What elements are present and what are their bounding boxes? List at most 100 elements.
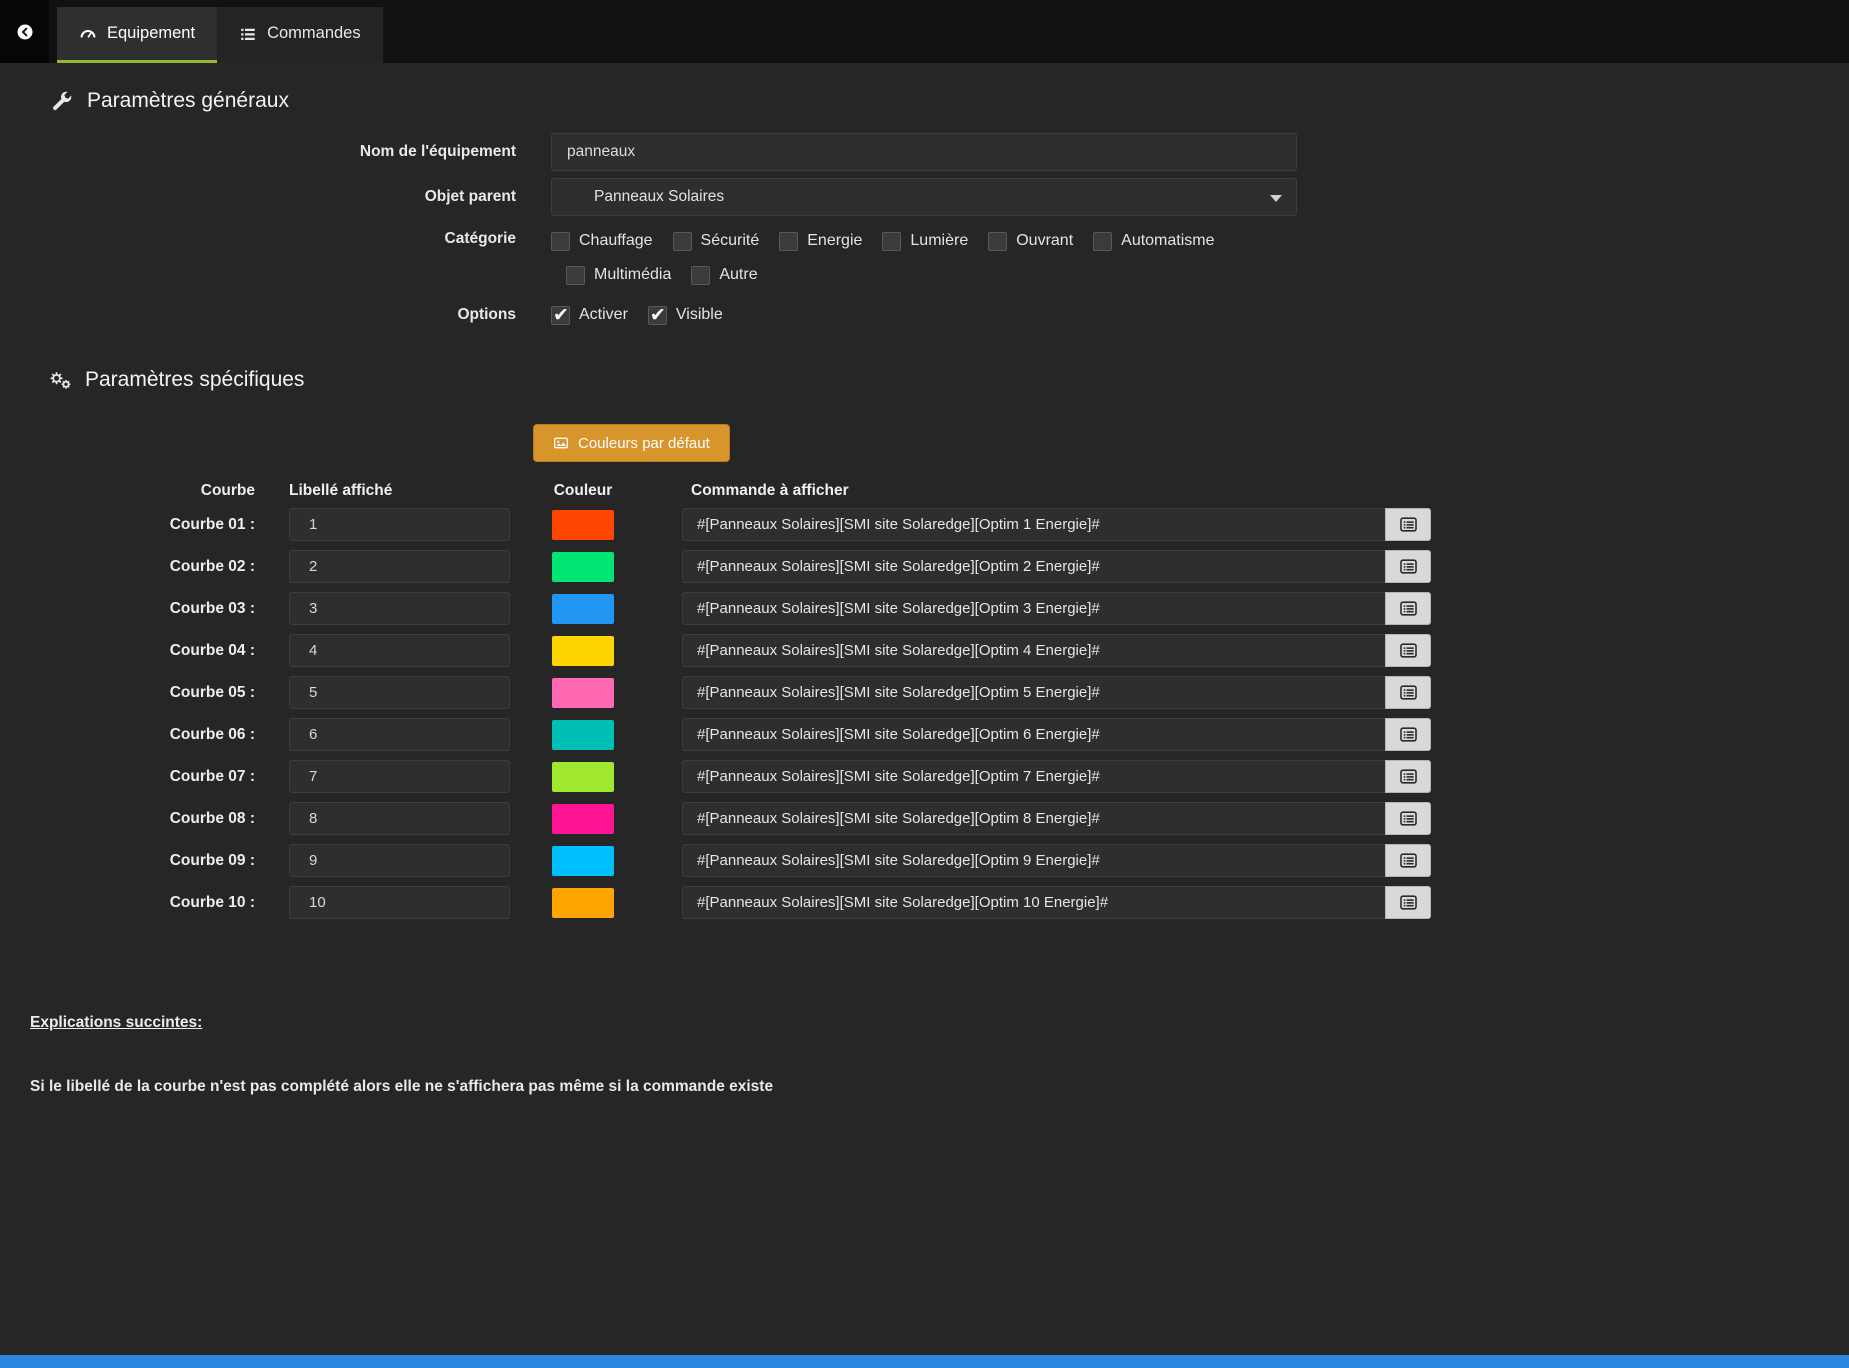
checkbox[interactable]: [1093, 232, 1112, 251]
color-swatch[interactable]: [552, 888, 614, 918]
table-row: Courbe 03 :: [0, 592, 1849, 625]
table-row: Courbe 04 :: [0, 634, 1849, 667]
command-input[interactable]: [682, 718, 1385, 751]
curve-name-input[interactable]: [289, 844, 510, 877]
color-swatch[interactable]: [552, 510, 614, 540]
curve-name-input[interactable]: [289, 508, 510, 541]
general-section-title-text: Paramètres généraux: [87, 89, 289, 113]
category-checkbox-securite[interactable]: Sécurité: [673, 232, 760, 251]
arrow-circle-left-icon: [16, 23, 34, 41]
option-checkbox-visible[interactable]: Visible: [648, 306, 723, 325]
command-input[interactable]: [682, 760, 1385, 793]
color-swatch[interactable]: [552, 720, 614, 750]
tab-equipement[interactable]: Equipement: [57, 7, 217, 63]
checkbox[interactable]: [551, 306, 570, 325]
command-input[interactable]: [682, 592, 1385, 625]
command-list-button[interactable]: [1385, 592, 1431, 625]
table-row: Courbe 07 :: [0, 760, 1849, 793]
color-swatch[interactable]: [552, 804, 614, 834]
curve-name-input[interactable]: [289, 634, 510, 667]
table-row: Courbe 09 :: [0, 844, 1849, 877]
specific-section-title-text: Paramètres spécifiques: [85, 368, 304, 392]
checkbox-label: Sécurité: [701, 232, 760, 250]
explanations-title: Explications succintes:: [30, 1014, 773, 1032]
curve-name-input[interactable]: [289, 592, 510, 625]
equipment-name-label: Nom de l'équipement: [0, 143, 516, 161]
command-input[interactable]: [682, 844, 1385, 877]
checkbox[interactable]: [566, 266, 585, 285]
command-list-button[interactable]: [1385, 676, 1431, 709]
tab-strip: Equipement Commandes: [57, 0, 383, 63]
checkbox-label: Lumière: [910, 232, 968, 250]
category-checkbox-lumiere[interactable]: Lumière: [882, 232, 968, 251]
command-input[interactable]: [682, 676, 1385, 709]
category-label: Catégorie: [0, 228, 516, 248]
color-swatch[interactable]: [552, 678, 614, 708]
command-list-button[interactable]: [1385, 802, 1431, 835]
checkbox[interactable]: [988, 232, 1007, 251]
option-checkbox-activer[interactable]: Activer: [551, 306, 628, 325]
table-row: Courbe 02 :: [0, 550, 1849, 583]
table-row: Courbe 08 :: [0, 802, 1849, 835]
command-input[interactable]: [682, 634, 1385, 667]
category-checkbox-energie[interactable]: Energie: [779, 232, 862, 251]
curve-name-input[interactable]: [289, 676, 510, 709]
category-checkbox-chauffage[interactable]: Chauffage: [551, 232, 653, 251]
equipment-name-input[interactable]: [551, 133, 1297, 171]
equipment-name-row: Nom de l'équipement: [0, 133, 1849, 171]
category-checkbox-automatisme[interactable]: Automatisme: [1093, 232, 1214, 251]
command-list-button[interactable]: [1385, 550, 1431, 583]
checkbox[interactable]: [648, 306, 667, 325]
back-button[interactable]: [0, 0, 49, 63]
command-list-button[interactable]: [1385, 634, 1431, 667]
command-list-button[interactable]: [1385, 844, 1431, 877]
command-input[interactable]: [682, 550, 1385, 583]
checkbox[interactable]: [882, 232, 901, 251]
color-swatch[interactable]: [552, 846, 614, 876]
curve-name-input[interactable]: [289, 802, 510, 835]
specific-section-title: Paramètres spécifiques: [48, 368, 1849, 392]
command-input[interactable]: [682, 802, 1385, 835]
curve-label: Courbe 09 :: [0, 852, 255, 870]
category-checkbox-multimedia[interactable]: Multimédia: [566, 266, 671, 285]
checkbox[interactable]: [673, 232, 692, 251]
bottom-blue-bar: [0, 1355, 1849, 1368]
curve-label: Courbe 03 :: [0, 600, 255, 618]
curve-name-input[interactable]: [289, 550, 510, 583]
header-courbe: Courbe: [0, 482, 255, 500]
checkbox[interactable]: [551, 232, 570, 251]
gears-icon: [48, 369, 72, 391]
list-alt-icon: [1399, 557, 1418, 576]
checkbox[interactable]: [691, 266, 710, 285]
curve-label: Courbe 04 :: [0, 642, 255, 660]
tab-equipement-label: Equipement: [107, 24, 195, 43]
command-list-button[interactable]: [1385, 718, 1431, 751]
color-swatch[interactable]: [552, 762, 614, 792]
color-swatch[interactable]: [552, 636, 614, 666]
curve-name-input[interactable]: [289, 718, 510, 751]
command-input[interactable]: [682, 886, 1385, 919]
category-checkbox-autre[interactable]: Autre: [691, 266, 757, 285]
checkbox[interactable]: [779, 232, 798, 251]
parent-object-select[interactable]: Panneaux Solaires: [551, 178, 1297, 216]
command-list-button[interactable]: [1385, 760, 1431, 793]
curve-name-input[interactable]: [289, 760, 510, 793]
tab-commandes[interactable]: Commandes: [217, 7, 383, 63]
color-swatch[interactable]: [552, 552, 614, 582]
curve-label: Courbe 06 :: [0, 726, 255, 744]
color-swatch[interactable]: [552, 594, 614, 624]
curve-label: Courbe 01 :: [0, 516, 255, 534]
table-row: Courbe 05 :: [0, 676, 1849, 709]
parent-object-value: Panneaux Solaires: [594, 188, 724, 206]
default-colors-button[interactable]: Couleurs par défaut: [533, 424, 730, 462]
command-input[interactable]: [682, 508, 1385, 541]
gauge-icon: [79, 25, 97, 43]
list-alt-icon: [1399, 809, 1418, 828]
command-list-button[interactable]: [1385, 886, 1431, 919]
curve-name-input[interactable]: [289, 886, 510, 919]
list-icon: [239, 25, 257, 43]
command-list-button[interactable]: [1385, 508, 1431, 541]
list-alt-icon: [1399, 893, 1418, 912]
image-icon: [553, 435, 569, 451]
category-checkbox-ouvrant[interactable]: Ouvrant: [988, 232, 1073, 251]
